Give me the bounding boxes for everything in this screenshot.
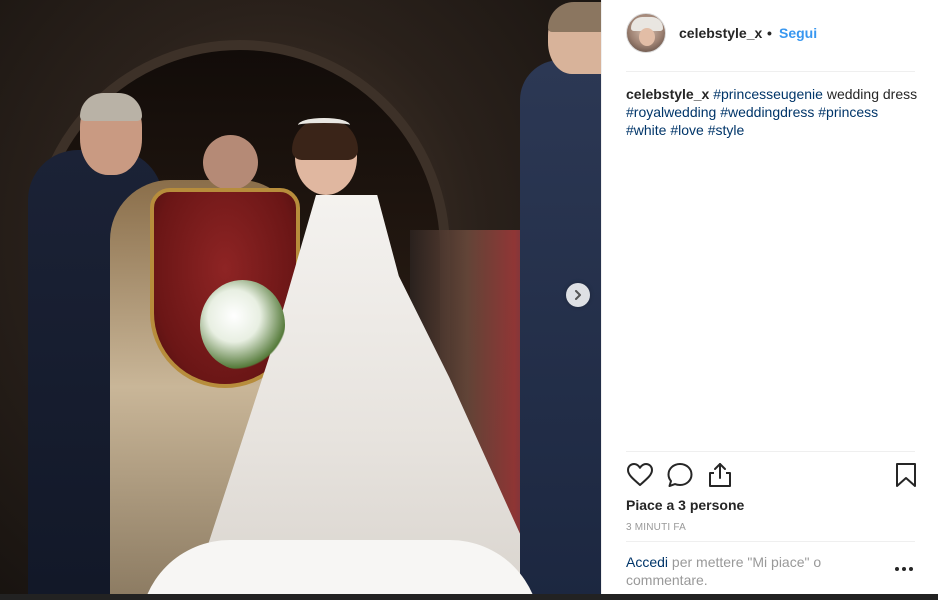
hashtag-link[interactable]: #princesseugenie	[713, 86, 823, 102]
action-bar	[626, 461, 918, 489]
login-prompt: Accedi per mettere "Mi piace" o commenta…	[626, 553, 876, 589]
hashtag-link[interactable]: #white	[626, 122, 666, 138]
divider	[626, 451, 915, 452]
separator-dot: •	[767, 25, 772, 41]
more-options-icon	[895, 567, 913, 571]
bookmark-icon	[896, 463, 916, 487]
more-options-button[interactable]	[892, 560, 916, 578]
caption-text: wedding dress	[826, 86, 918, 102]
hashtag-link[interactable]: #weddingdress	[720, 104, 814, 120]
chevron-right-icon	[575, 290, 581, 300]
like-button[interactable]	[626, 461, 654, 489]
post-photo[interactable]	[0, 0, 601, 594]
share-button[interactable]	[706, 461, 734, 489]
username-link[interactable]: celebstyle_x	[679, 25, 762, 41]
post-side-panel: celebstyle_x • Segui celebstyle_x #princ…	[601, 0, 938, 594]
login-link[interactable]: Accedi	[626, 554, 668, 570]
window-bottom-edge	[0, 594, 938, 600]
avatar[interactable]	[626, 13, 666, 53]
avatar-face	[639, 28, 655, 46]
save-button[interactable]	[892, 461, 920, 489]
man-right-figure	[520, 60, 601, 594]
hashtag-link[interactable]: #princess	[818, 104, 878, 120]
comment-button[interactable]	[666, 461, 694, 489]
caption-username[interactable]: celebstyle_x	[626, 86, 709, 102]
man-left-hair	[80, 93, 142, 121]
likes-count[interactable]: Piace a 3 persone	[626, 497, 744, 513]
share-icon	[709, 463, 731, 487]
hashtag-link[interactable]: #love	[670, 122, 703, 138]
man-right-hair	[548, 2, 601, 32]
hashtag-link[interactable]: #royalwedding	[626, 104, 716, 120]
divider	[626, 71, 915, 72]
follow-button[interactable]: Segui	[779, 25, 817, 41]
next-photo-button[interactable]	[566, 283, 590, 307]
bouquet	[200, 280, 285, 370]
heart-icon	[627, 463, 653, 486]
veil-foreground	[140, 540, 540, 594]
clergy-head	[203, 135, 258, 190]
post-header: celebstyle_x • Segui	[602, 0, 938, 72]
post-caption: celebstyle_x #princesseugenie wedding dr…	[626, 85, 918, 139]
post-timestamp: 3 MINUTI FA	[626, 522, 686, 533]
hashtag-link[interactable]: #style	[708, 122, 745, 138]
comment-icon	[667, 463, 693, 487]
tiara	[298, 118, 350, 132]
divider	[626, 541, 915, 542]
